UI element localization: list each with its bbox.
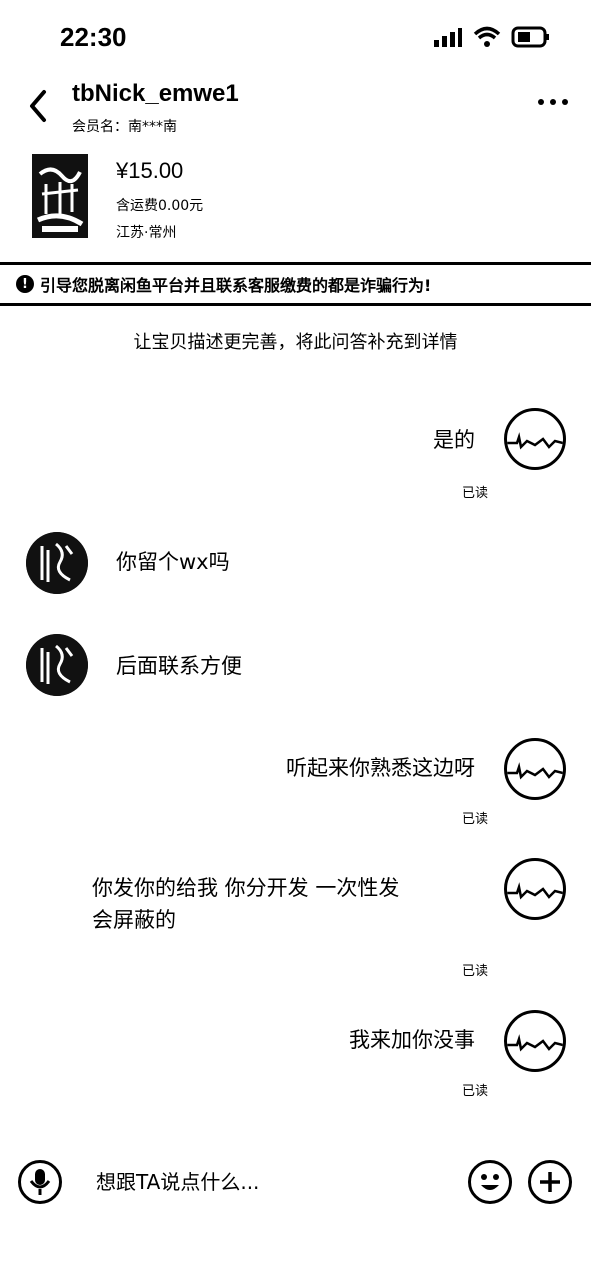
message-bubble: 你发你的给我 你分开发 一次性发 会屏蔽的 <box>92 872 399 936</box>
more-button[interactable] <box>533 92 573 112</box>
emoji-button[interactable] <box>468 1160 512 1204</box>
product-thumbnail[interactable] <box>32 154 88 238</box>
read-status: 已读 <box>462 486 489 501</box>
fraud-warning-banner: ! 引导您脱离闲鱼平台并且联系客服缴费的都是诈骗行为! <box>0 262 591 306</box>
avatar[interactable] <box>26 532 88 594</box>
read-status: 已读 <box>462 964 489 979</box>
avatar[interactable] <box>26 634 88 696</box>
fraud-warning-text: 引导您脱离闲鱼平台并且联系客服缴费的都是诈骗行为! <box>40 276 432 295</box>
emoji-icon <box>481 1174 499 1190</box>
message-bubble: 是的 <box>433 428 475 452</box>
system-tip[interactable]: 让宝贝描述更完善，将此问答补充到详情 <box>0 328 591 354</box>
battery-icon <box>511 26 549 48</box>
message-line: 会屏蔽的 <box>92 908 176 932</box>
more-dots-icon <box>538 99 544 105</box>
message-bubble: 听起来你熟悉这边呀 <box>286 756 475 780</box>
avatar[interactable] <box>504 858 566 920</box>
status-time: 22:30 <box>60 22 127 52</box>
message-input[interactable] <box>84 1160 444 1204</box>
signal-icon <box>434 28 462 47</box>
product-shipping: 含运费0.00元 <box>116 198 204 214</box>
plus-icon <box>540 1172 560 1192</box>
member-name: 会员名：南***南 <box>72 119 177 135</box>
microphone-icon <box>29 1169 51 1195</box>
read-status: 已读 <box>462 1084 489 1099</box>
chat-title: tbNick_emwe1 <box>72 80 239 107</box>
info-circle-icon: ! <box>16 275 34 293</box>
read-status: 已读 <box>462 812 489 827</box>
wifi-icon <box>473 26 501 47</box>
status-icons <box>433 26 551 48</box>
more-actions-button[interactable] <box>528 1160 572 1204</box>
avatar[interactable] <box>504 408 566 470</box>
message-bubble: 你留个wx吗 <box>116 550 230 574</box>
back-button[interactable] <box>22 86 58 126</box>
product-price: ¥15.00 <box>116 158 184 183</box>
product-location: 江苏·常州 <box>116 225 177 241</box>
avatar[interactable] <box>504 738 566 800</box>
message-bubble: 后面联系方便 <box>116 654 242 678</box>
avatar[interactable] <box>504 1010 566 1072</box>
message-line: 你发你的给我 你分开发 一次性发 <box>92 876 400 900</box>
message-bubble: 我来加你没事 <box>349 1028 475 1052</box>
chevron-left-icon <box>30 90 46 122</box>
voice-button[interactable] <box>18 1160 62 1204</box>
